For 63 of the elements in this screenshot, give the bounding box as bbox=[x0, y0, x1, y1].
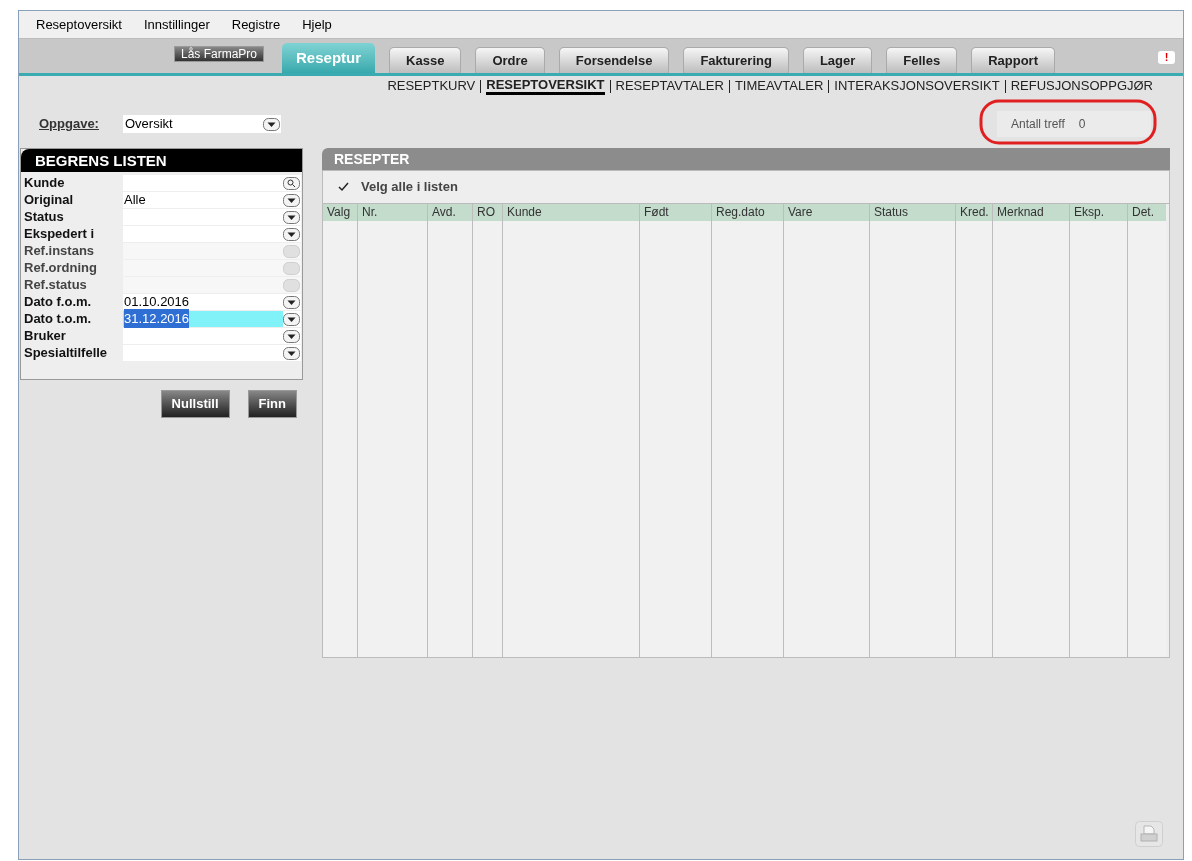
select-all-label: Velg alle i listen bbox=[361, 178, 458, 197]
filter-field[interactable] bbox=[123, 226, 301, 242]
subnav-link[interactable]: RESEPTKURV bbox=[387, 76, 476, 96]
menu-item[interactable]: Innstillinger bbox=[144, 14, 210, 35]
field-label: Dato t.o.m. bbox=[23, 310, 93, 329]
subnav-link[interactable]: RESEPTOVERSIKT bbox=[486, 77, 605, 95]
field-label: Dato f.o.m. bbox=[23, 293, 93, 312]
lock-button[interactable]: Lås FarmaPro bbox=[174, 46, 265, 62]
hit-count-value: 0 bbox=[1078, 116, 1086, 133]
filter-field[interactable] bbox=[123, 345, 301, 361]
column-header[interactable]: Kred. bbox=[956, 204, 992, 221]
tab[interactable]: Forsendelse bbox=[558, 47, 670, 73]
field-label: Ref.ordning bbox=[23, 259, 98, 278]
field-label: Status bbox=[23, 208, 65, 227]
field-label: Kunde bbox=[23, 174, 66, 193]
column-header[interactable]: Valg bbox=[323, 204, 357, 221]
menu-item[interactable]: Reseptoversikt bbox=[36, 14, 122, 35]
column-header[interactable]: Kunde bbox=[503, 204, 639, 221]
column-header[interactable]: Merknad bbox=[993, 204, 1069, 221]
filter-field[interactable]: 01.10.2016 bbox=[123, 294, 301, 310]
subnav-link[interactable]: TIMEAVTALER bbox=[734, 76, 824, 96]
subnav-link[interactable]: REFUSJONSOPPGJØR bbox=[1010, 76, 1153, 96]
tab[interactable]: Felles bbox=[886, 47, 958, 73]
filter-field[interactable] bbox=[123, 209, 301, 225]
column-header[interactable]: Nr. bbox=[358, 204, 427, 221]
column-header[interactable]: Eksp. bbox=[1070, 204, 1127, 221]
task-label: Oppgave: bbox=[39, 115, 100, 134]
search-icon[interactable] bbox=[283, 176, 300, 190]
subnav-link[interactable]: INTERAKSJONSOVERSIKT bbox=[834, 76, 1000, 96]
filter-title: BEGRENS LISTEN bbox=[21, 149, 302, 172]
tab[interactable]: Ordre bbox=[475, 47, 545, 73]
tab[interactable]: Lager bbox=[802, 47, 873, 73]
field-label: Bruker bbox=[23, 327, 67, 346]
field-label: Ref.status bbox=[23, 276, 88, 295]
column-header[interactable]: Reg.dato bbox=[712, 204, 783, 221]
field-label: Ref.instans bbox=[23, 242, 96, 261]
field-label: Spesialtilfelle bbox=[23, 344, 109, 363]
column-header[interactable]: Det. bbox=[1128, 204, 1166, 221]
menu-item[interactable]: Hjelp bbox=[302, 14, 332, 35]
filter-field[interactable] bbox=[123, 175, 301, 191]
alert-icon[interactable]: ! bbox=[1158, 51, 1175, 64]
filter-field[interactable]: Alle bbox=[123, 192, 301, 208]
task-dropdown[interactable]: Oversikt bbox=[123, 115, 281, 133]
column-header[interactable]: Avd. bbox=[428, 204, 472, 221]
filter-field[interactable] bbox=[123, 328, 301, 344]
filter-field[interactable]: 31.12.2016 bbox=[123, 311, 301, 327]
field-label: Original bbox=[23, 191, 75, 210]
field-label: Ekspedert i bbox=[23, 225, 96, 244]
column-header[interactable]: Vare bbox=[784, 204, 869, 221]
hit-count-label: Antall treff bbox=[1011, 116, 1065, 133]
panel-title: RESEPTER bbox=[322, 148, 1170, 170]
select-all-checkbox[interactable] bbox=[337, 181, 349, 193]
tab[interactable]: Fakturering bbox=[683, 47, 789, 73]
reset-button[interactable]: Nullstill bbox=[160, 390, 230, 418]
tab[interactable]: Rapport bbox=[971, 47, 1055, 73]
find-button[interactable]: Finn bbox=[247, 390, 297, 418]
subnav-link[interactable]: RESEPTAVTALER bbox=[615, 76, 724, 96]
print-icon[interactable] bbox=[1135, 821, 1163, 847]
column-header[interactable]: RO bbox=[473, 204, 502, 221]
tab[interactable]: Kasse bbox=[389, 47, 462, 73]
column-header[interactable]: Født bbox=[640, 204, 711, 221]
menu-item[interactable]: Registre bbox=[231, 14, 281, 35]
column-header[interactable]: Status bbox=[870, 204, 955, 221]
